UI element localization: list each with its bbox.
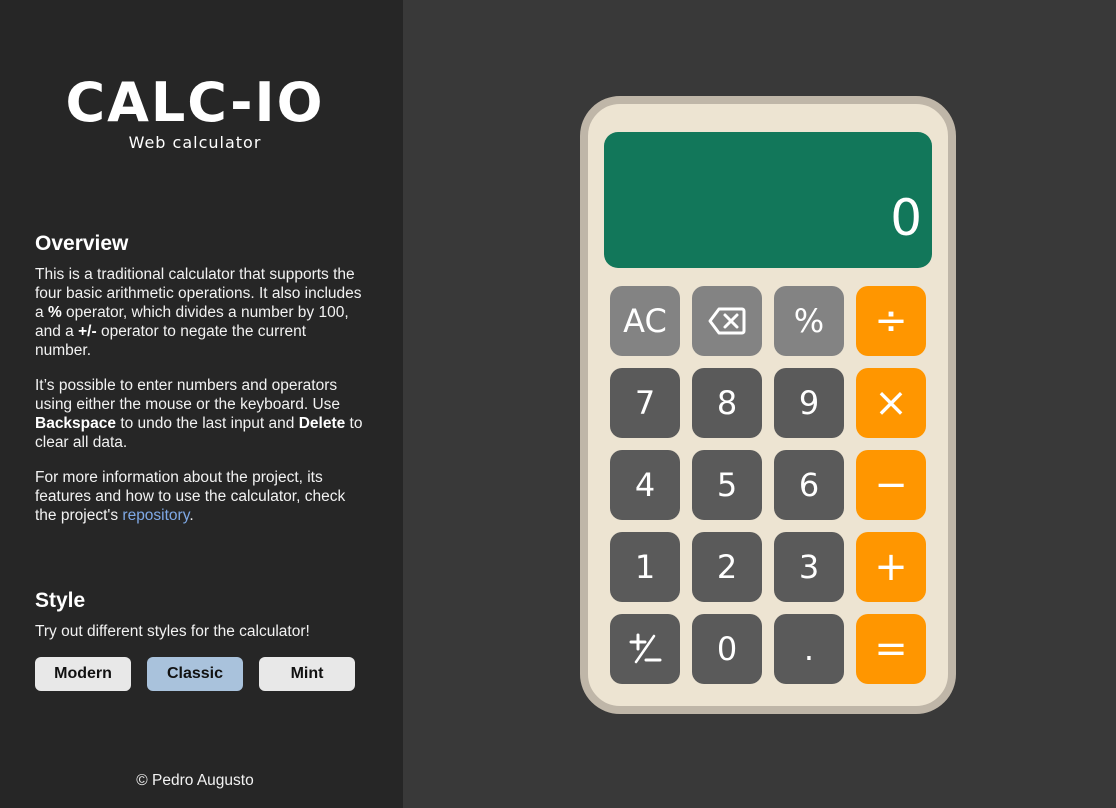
- sidebar: CALC-IO Web calculator Overview This is …: [0, 0, 403, 808]
- digit-9-button[interactable]: 9: [774, 368, 844, 438]
- equals-button[interactable]: =: [856, 614, 926, 684]
- style-mint-button[interactable]: Mint: [259, 657, 355, 691]
- digit-2-button[interactable]: 2: [692, 532, 762, 602]
- calculator-display: 0: [604, 132, 932, 268]
- digit-3-button[interactable]: 3: [774, 532, 844, 602]
- overview-bold-text: Delete: [298, 415, 346, 432]
- overview-paragraph-3: For more information about the project, …: [35, 468, 365, 525]
- style-classic-button[interactable]: Classic: [147, 657, 243, 691]
- style-description: Try out different styles for the calcula…: [35, 623, 310, 640]
- overview-text: to undo the last input and: [116, 415, 299, 432]
- divide-button[interactable]: ÷: [856, 286, 926, 356]
- overview-paragraph-1: This is a traditional calculator that su…: [35, 265, 365, 360]
- overview-bold-text: Backspace: [35, 415, 117, 432]
- plus-minus-icon: [628, 632, 662, 666]
- overview-bold-text: %: [47, 304, 62, 321]
- repository-link[interactable]: repository: [122, 507, 189, 524]
- style-modern-button[interactable]: Modern: [35, 657, 131, 691]
- digit-7-button[interactable]: 7: [610, 368, 680, 438]
- digit-8-button[interactable]: 8: [692, 368, 762, 438]
- decimal-button[interactable]: .: [774, 614, 844, 684]
- calculator-body: 0 AC % ÷ 7 8 9 × 4 5 6 − 1 2 3 + 0 . =: [580, 96, 956, 714]
- overview-text: .: [189, 507, 194, 524]
- subtract-button[interactable]: −: [856, 450, 926, 520]
- app-logo: CALC-IO: [65, 71, 325, 134]
- style-heading: Style: [35, 589, 86, 612]
- display-value: 0: [890, 189, 922, 247]
- backspace-button[interactable]: [692, 286, 762, 356]
- backspace-icon: [708, 307, 746, 335]
- digit-5-button[interactable]: 5: [692, 450, 762, 520]
- app-subtitle: Web calculator: [128, 133, 262, 152]
- percent-button[interactable]: %: [774, 286, 844, 356]
- digit-4-button[interactable]: 4: [610, 450, 680, 520]
- add-button[interactable]: +: [856, 532, 926, 602]
- multiply-button[interactable]: ×: [856, 368, 926, 438]
- overview-text: It’s possible to enter numbers and opera…: [35, 377, 341, 413]
- digit-6-button[interactable]: 6: [774, 450, 844, 520]
- negate-button[interactable]: [610, 614, 680, 684]
- overview-bold-text: +/-: [78, 323, 97, 340]
- overview-paragraph-2: It’s possible to enter numbers and opera…: [35, 376, 365, 452]
- digit-1-button[interactable]: 1: [610, 532, 680, 602]
- footer-credit: © Pedro Augusto: [136, 772, 254, 789]
- clear-button[interactable]: AC: [610, 286, 680, 356]
- digit-0-button[interactable]: 0: [692, 614, 762, 684]
- overview-heading: Overview: [35, 232, 129, 255]
